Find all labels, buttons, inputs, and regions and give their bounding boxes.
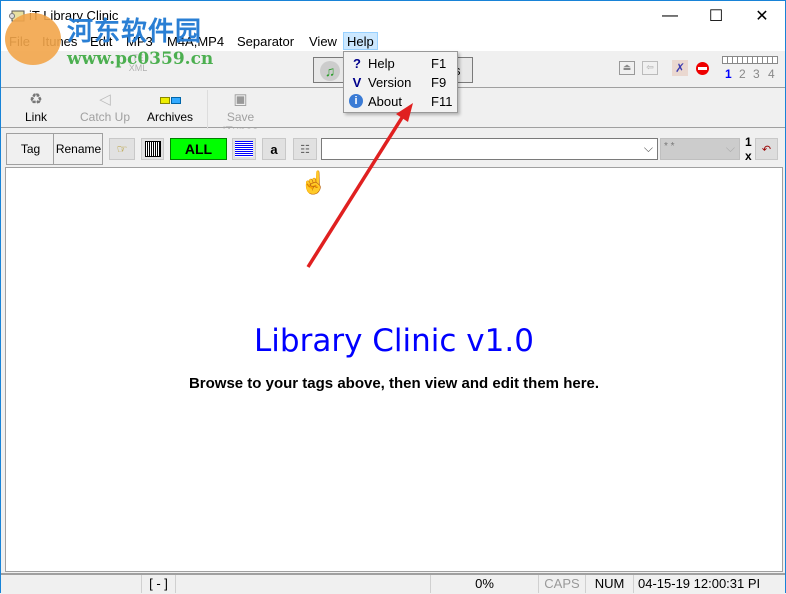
watermark-cn-text: 河东软件园 (67, 16, 203, 46)
watermark-url: www.pc0359.cn (67, 49, 214, 69)
app-window: iT Library Clinic — ☐ ✕ File Itunes Edit… (0, 0, 786, 593)
annotation-arrow (306, 103, 413, 268)
num-indicator: NUM (585, 575, 633, 593)
selection-indicator: [ - ] (141, 575, 175, 593)
caps-indicator: CAPS (538, 575, 585, 593)
status-message (175, 575, 430, 593)
watermark-logo (5, 13, 61, 65)
status-bar: [ - ] 0% CAPS NUM 04-15-19 12:00:31 PI (1, 573, 785, 593)
datetime-indicator: 04-15-19 12:00:31 PI (633, 575, 771, 593)
progress-indicator: 0% (430, 575, 538, 593)
